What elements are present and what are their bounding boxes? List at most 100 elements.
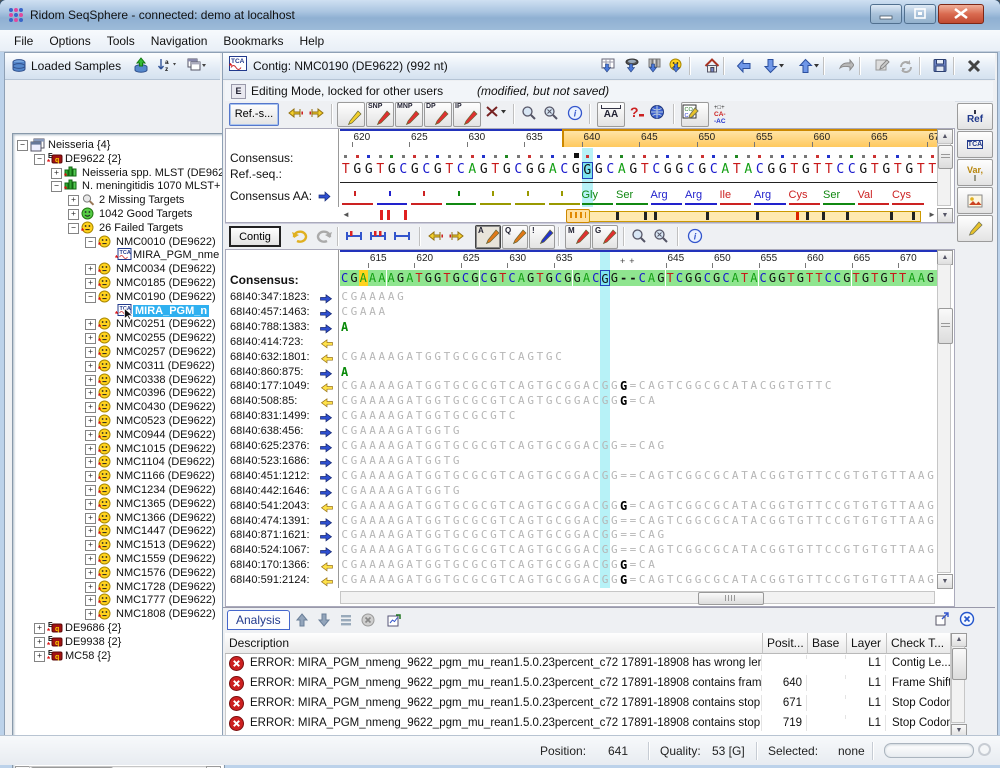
tree-expander-icon[interactable]: + [51,168,62,179]
tree-expander-icon[interactable]: + [85,457,96,468]
scroll-thumb[interactable] [938,145,953,169]
read-id-label[interactable]: 68I40:347:1823: [230,291,310,303]
info-icon[interactable]: i [567,105,583,126]
tree-expander-icon[interactable]: + [85,485,96,496]
column-header[interactable]: Layer [847,633,887,654]
read-id-label[interactable]: 68I40:523:1686: [230,455,310,467]
tree-item-label[interactable]: NMC0396 (DE9622) [116,387,216,399]
tree-expander-icon[interactable]: + [85,444,96,455]
tree-expander-icon[interactable]: + [85,264,96,275]
tree-expander-icon[interactable]: + [85,609,96,620]
codon-table-icon[interactable] [649,104,665,125]
tree-item-label[interactable]: MC58 {2} [65,650,111,662]
tree-row[interactable]: +2 Missing Targets [13,193,222,207]
scroll-track[interactable] [340,591,935,604]
tree-item-label[interactable]: DE9622 {2} [65,153,121,165]
home-icon[interactable] [701,56,723,76]
tree-item-label[interactable]: NMC1447 (DE9622) [116,525,216,537]
tree-expander-icon[interactable]: + [85,554,96,565]
prev-difference-icon[interactable] [287,105,304,126]
remove-tag-icon[interactable] [485,104,507,125]
tree-expander-icon[interactable]: + [34,637,45,648]
tree-item-label[interactable]: NMC1728 (DE9622) [116,581,216,593]
tree-item-label[interactable]: NMC1365 (DE9622) [116,498,216,510]
tree-item-label[interactable]: N. meningitidis 1070 MLST+ [82,180,220,192]
tag-pen-IP-button[interactable]: IP [453,102,481,127]
tree-item-label[interactable]: NMC1104 (DE9622) [116,456,215,468]
read-id-label[interactable]: 68I40:524:1067: [230,544,310,556]
tree-row[interactable]: +*NMC0396 (DE9622) [13,386,222,400]
trim-both-icon[interactable] [369,229,387,247]
tree-row[interactable]: +Eq*DE9938 {2} [13,635,222,649]
read-id-label[interactable]: 68I40:788:1383: [230,321,310,333]
export-sample-icon[interactable] [666,56,688,76]
tag-pen-SNP-button[interactable]: SNP [366,102,394,127]
variant-view-button[interactable]: Var, [957,159,993,186]
tree-item-label[interactable]: NMC1366 (DE9622) [116,512,216,524]
scroll-left-arrow[interactable]: ◄ [342,210,350,219]
export-chart-icon[interactable] [385,612,403,628]
maximize-button[interactable] [904,4,936,24]
read-id-label[interactable]: 68I40:508:85: [230,395,297,407]
tree-expander-icon[interactable]: + [85,540,96,551]
tree-expander-icon[interactable]: − [17,140,28,151]
tree-expander-icon[interactable]: − [68,223,79,234]
tree-expander-icon[interactable]: + [85,347,96,358]
tag-pen-MNP-button[interactable]: MNP [395,102,423,127]
tree-item-label[interactable]: DE9686 {2} [65,622,121,634]
column-header[interactable]: Base [808,633,847,654]
next-difference-icon[interactable] [309,105,326,126]
scroll-up-arrow[interactable]: ▲ [937,250,953,265]
tree-expander-icon[interactable]: + [85,319,96,330]
tree-expander-icon[interactable]: + [85,595,96,606]
menu-item-file[interactable]: File [6,32,41,50]
tree-item-label[interactable]: NMC0430 (DE9622) [116,401,216,413]
nav-up-icon[interactable] [798,56,820,76]
tree-expander-icon[interactable]: + [85,568,96,579]
tree-item-label[interactable]: NMC1777 (DE9622) [116,594,216,606]
tree-row[interactable]: +*NMC1777 (DE9622) [13,593,222,607]
tree-item-label[interactable]: NMC0338 (DE9622) [116,374,216,386]
tree-item-label[interactable]: Neisseria spp. MLST (DE962 [82,167,224,179]
read-id-label[interactable]: 68I40:451:1212: [230,470,310,482]
tag-pen-plain-button[interactable] [337,102,365,127]
tree-row[interactable]: +*NMC0338 (DE9622) [13,373,222,387]
tree-expander-icon[interactable]: + [85,375,96,386]
read-id-label[interactable]: 68I40:638:456: [230,425,303,437]
read-id-label[interactable]: 68I40:414:723: [230,336,303,348]
tree-row[interactable]: +*NMC1365 (DE9622) [13,497,222,511]
tree-expander-icon[interactable]: + [85,513,96,524]
contig-v-scrollbar[interactable]: ▲▼ [937,250,952,588]
tree-row[interactable]: −*NMC0010 (DE9622) [13,235,222,249]
pen-tool-button[interactable] [957,215,993,242]
tree-row[interactable]: +*NMC0944 (DE9622) [13,428,222,442]
tree-row[interactable]: +*NMC1366 (DE9622) [13,511,222,525]
tree-row[interactable]: +*Neisseria spp. MLST (DE962 [13,166,222,180]
tree-item-label[interactable]: 1042 Good Targets [99,208,192,220]
tree-expander-icon[interactable]: − [51,181,62,192]
menu-item-tools[interactable]: Tools [99,32,143,50]
zoom-out-icon[interactable] [543,105,559,126]
show-amino-acids-button[interactable]: AA [597,102,625,127]
refresh-icon[interactable] [895,56,917,76]
redo-icon[interactable] [315,227,333,249]
tree-expander-icon[interactable]: − [85,292,96,303]
tree-item-label[interactable]: NMC1166 (DE9622) [116,470,215,482]
tab-analysis[interactable]: Analysis [227,610,290,630]
tag-pen-A-button[interactable]: A [475,225,501,249]
tree-item-label[interactable]: MIRA_PGM_n [133,305,209,317]
tree-row[interactable]: +*NMC1015 (DE9622) [13,442,222,456]
scroll-thumb[interactable] [698,592,764,605]
tree-row[interactable]: +*NMC0185 (DE9622) [13,276,222,290]
clear-icon[interactable] [359,612,377,628]
tree-item-label[interactable]: NMC1234 (DE9622) [116,484,216,496]
read-id-label[interactable]: 68I40:170:1366: [230,559,310,571]
tree-row[interactable]: −Eq*DE9622 {2} [13,152,222,166]
tree-expander-icon[interactable]: + [85,526,96,537]
info-icon[interactable]: i [687,228,703,249]
read-id-label[interactable]: 68I40:474:1391: [230,515,310,527]
tree-row[interactable]: +*NMC0430 (DE9622) [13,400,222,414]
tree-item-label[interactable]: NMC1808 (DE9622) [116,608,216,620]
column-header[interactable]: Check T... [887,633,951,654]
zoom-in-icon[interactable] [631,228,647,249]
